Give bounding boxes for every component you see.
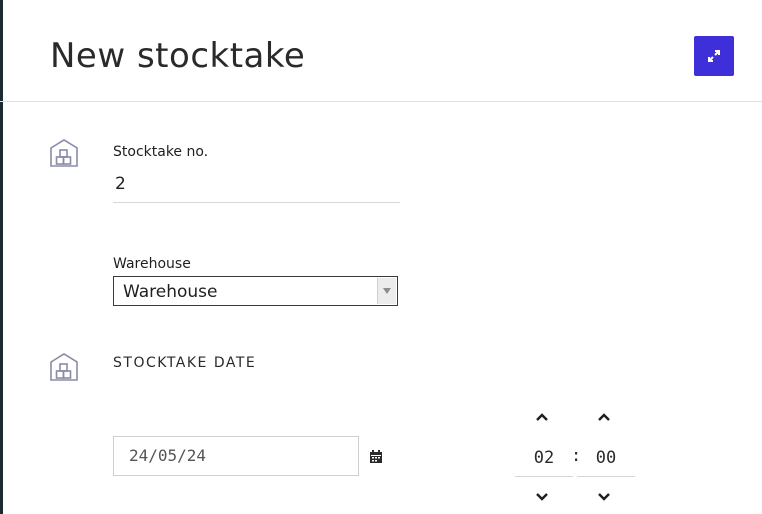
calendar-icon[interactable] — [369, 450, 383, 464]
hour-field[interactable]: 02 — [515, 440, 573, 477]
dropdown-arrow-icon[interactable] — [377, 278, 396, 304]
chevron-down-icon — [536, 493, 548, 501]
warehouse-label: Warehouse — [113, 256, 191, 272]
minute-field[interactable]: 00 — [577, 440, 635, 477]
warehouse-boxes-icon — [50, 139, 78, 167]
date-value: 24/05/24 — [129, 446, 207, 465]
warehouse-select[interactable]: Warehouse — [113, 276, 398, 306]
stocktake-no-label: Stocktake no. — [113, 144, 209, 160]
date-input[interactable]: 24/05/24 — [113, 436, 359, 476]
minute-increment-button[interactable] — [594, 410, 614, 424]
page-title: New stocktake — [50, 36, 306, 76]
dialog-header: New stocktake — [0, 0, 762, 102]
hour-increment-button[interactable] — [532, 410, 552, 424]
expand-arrows-icon — [708, 50, 720, 62]
stocktake-no-field[interactable]: 2 — [113, 172, 400, 203]
chevron-up-icon — [598, 413, 610, 421]
hour-decrement-button[interactable] — [532, 490, 552, 504]
chevron-up-icon — [536, 413, 548, 421]
minute-decrement-button[interactable] — [594, 490, 614, 504]
warehouse-boxes-icon — [50, 353, 78, 381]
chevron-down-icon — [598, 493, 610, 501]
warehouse-selected-value: Warehouse — [123, 282, 218, 302]
expand-button[interactable] — [694, 36, 734, 76]
stocktake-date-heading: STOCKTAKE DATE — [113, 355, 257, 371]
